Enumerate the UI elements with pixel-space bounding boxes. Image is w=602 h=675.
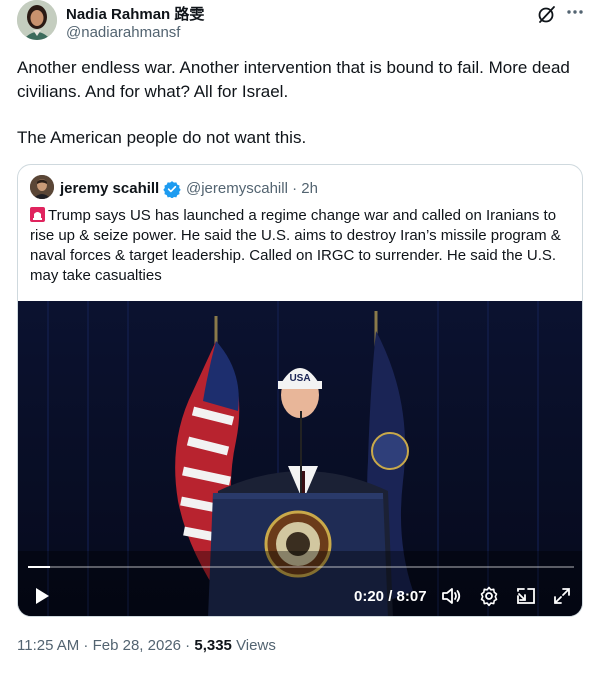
picture-in-picture-icon[interactable] [515,585,537,607]
quote-text-body: Trump says US has launched a regime chan… [30,207,561,284]
views-count: 5,335 [194,637,232,654]
fullscreen-icon[interactable] [551,585,573,607]
video-player[interactable]: USA 0:20 / 8:07 [18,301,582,616]
quote-author-avatar[interactable] [30,175,54,199]
quote-author-handle[interactable]: @jeremyscahill · 2h [186,180,318,197]
tweet-meta: 11:25 AM · Feb 28, 2026 · 5,335 Views [17,637,276,654]
meta-separator: · [79,637,93,654]
tweet-date[interactable]: Feb 28, 2026 [93,637,181,654]
views-label: Views [231,637,276,654]
video-progress-bar[interactable] [28,566,574,568]
author-name[interactable]: Nadia Rahman 路雯 [66,3,204,24]
tweet-text-paragraph: Another endless war. Another interventio… [17,58,570,101]
rotating-light-icon [30,207,45,222]
tweet-text-paragraph: The American people do not want this. [17,128,307,147]
tweet-time[interactable]: 11:25 AM [17,637,79,654]
author-avatar[interactable] [17,0,57,40]
quote-text: Trump says US has launched a regime chan… [30,206,576,286]
play-icon[interactable] [32,586,52,606]
gear-icon[interactable] [478,585,500,607]
video-time: 0:20 / 8:07 [354,588,427,605]
meta-separator: · [181,637,195,654]
video-progress-fill [28,566,51,568]
video-frame: USA [18,301,582,616]
verified-badge-icon [163,180,181,199]
quoted-tweet-card[interactable]: jeremy scahill @jeremyscahill · 2h Trump… [17,164,583,617]
cap-text: USA [289,373,310,384]
quote-author-name[interactable]: jeremy scahill [60,180,159,197]
grok-icon[interactable] [536,3,558,25]
tweet-text: Another endless war. Another interventio… [17,56,585,150]
more-icon[interactable] [566,3,584,21]
volume-icon[interactable] [440,585,462,607]
author-handle[interactable]: @nadiarahmansf [66,24,180,41]
